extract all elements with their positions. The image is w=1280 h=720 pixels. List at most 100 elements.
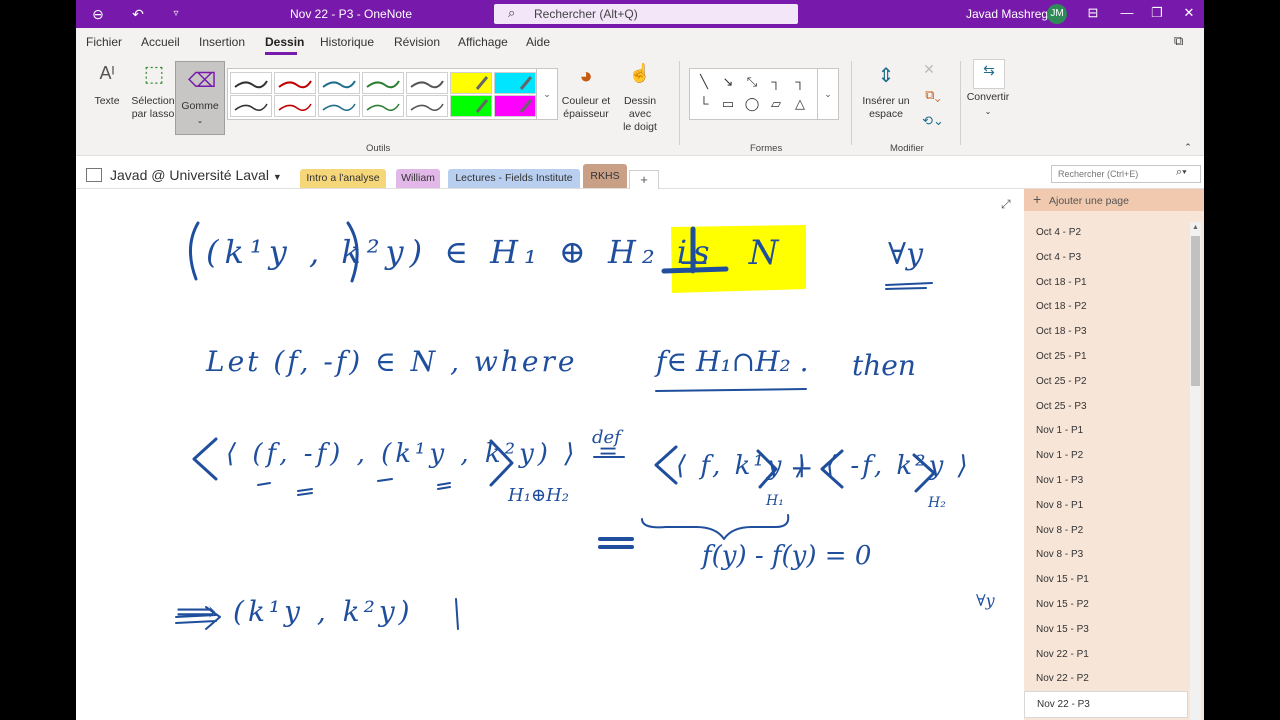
highlighter-magenta[interactable] — [494, 95, 536, 117]
close-icon[interactable]: ✕ — [1180, 5, 1198, 21]
arrange-icon[interactable]: ⧉⌄ — [918, 87, 948, 103]
page-item[interactable]: Oct 25 - P3 — [1024, 394, 1186, 419]
expand-icon[interactable]: ⤢ — [1001, 197, 1011, 212]
dessin-doigt-label: Dessin avec — [623, 95, 657, 120]
section-tab-intro[interactable]: Intro a l'analyse — [300, 169, 386, 188]
avatar[interactable]: JM — [1047, 4, 1067, 24]
page-item[interactable]: Nov 22 - P1 — [1024, 642, 1186, 667]
delete-icon[interactable]: ✕ — [918, 61, 940, 78]
ellipse-shape-icon[interactable]: ◯ — [742, 96, 762, 112]
parallelogram-shape-icon[interactable]: ▱ — [766, 96, 786, 112]
convertir-button[interactable]: Convertir — [962, 91, 1014, 104]
collapse-ribbon-icon[interactable]: ⌃ — [1182, 141, 1194, 154]
page-search-input[interactable]: Rechercher (Ctrl+E) ⌕▾ — [1051, 165, 1201, 183]
dessin-doigt-button[interactable]: Dessin avec le doigt — [612, 95, 668, 134]
page-item[interactable]: Nov 8 - P1 — [1024, 493, 1186, 518]
gomme-button[interactable]: ⌫ Gomme ⌄ — [175, 61, 225, 135]
triangle-shape-icon[interactable]: △ — [790, 96, 810, 112]
page-canvas[interactable]: (k¹y , k²y) ∈ H₁ ⊕ H₂ is ⊥ N ∀y Let (f, … — [76, 189, 1024, 720]
axis2-shape-icon[interactable]: ┐ — [790, 74, 810, 89]
tab-affichage[interactable]: Affichage — [458, 35, 508, 49]
add-section-button[interactable]: + — [629, 170, 659, 190]
pen-red[interactable] — [274, 72, 316, 94]
page-item[interactable]: Nov 1 - P3 — [1024, 468, 1186, 493]
shapes-dropdown-icon[interactable]: ⌄ — [817, 68, 839, 120]
page-item[interactable]: Oct 18 - P1 — [1024, 270, 1186, 295]
pages-pane: + Ajouter une page Oct 4 - P2 Oct 4 - P3 O… — [1024, 189, 1204, 720]
pen-green[interactable] — [362, 72, 404, 94]
add-page-button[interactable]: + Ajouter une page — [1024, 189, 1204, 211]
page-item[interactable]: Nov 15 - P3 — [1024, 617, 1186, 642]
pages-scrollbar[interactable]: ▲ — [1190, 222, 1201, 720]
small-marks-stroke — [257, 478, 451, 496]
page-item[interactable]: Nov 15 - P2 — [1024, 592, 1186, 617]
back-icon[interactable]: ⊖ — [88, 4, 108, 24]
notebook-icon[interactable] — [86, 168, 102, 182]
line-shape-icon[interactable]: ╲ — [694, 74, 714, 90]
notebook-name[interactable]: Javad @ Université Laval ▼ — [110, 167, 282, 183]
page-item[interactable]: Oct 4 - P3 — [1024, 245, 1186, 270]
notebook-icon[interactable]: ⧉ — [1174, 33, 1183, 49]
page-item[interactable]: Nov 22 - P2 — [1024, 666, 1186, 691]
pen-gallery — [227, 68, 537, 120]
scroll-up-icon[interactable]: ▲ — [1192, 224, 1199, 231]
page-item[interactable]: Nov 8 - P3 — [1024, 542, 1186, 567]
tab-dessin[interactable]: Dessin — [265, 35, 304, 49]
ink-forall-1: ∀y — [888, 237, 924, 272]
page-item[interactable]: Nov 1 - P2 — [1024, 443, 1186, 468]
page-item[interactable]: Nov 22 - P3 — [1024, 691, 1188, 719]
page-item[interactable]: Oct 18 - P2 — [1024, 294, 1186, 319]
page-item[interactable]: Nov 15 - P1 — [1024, 567, 1186, 592]
page-item[interactable]: Oct 25 - P2 — [1024, 369, 1186, 394]
inserer-espace-button[interactable]: Insérer un espace — [860, 95, 912, 121]
undo-icon[interactable]: ↶ — [128, 4, 148, 24]
inserer-label-2: espace — [869, 108, 903, 120]
pen-gallery-dropdown-icon[interactable]: ⌄ — [536, 68, 558, 120]
tab-aide[interactable]: Aide — [526, 35, 550, 49]
paren-stroke — [189, 221, 200, 281]
highlighter-cyan[interactable] — [494, 72, 536, 94]
page-item[interactable]: Nov 1 - P1 — [1024, 418, 1186, 443]
ink-sub-h1: H₁ — [766, 493, 784, 509]
tab-insertion[interactable]: Insertion — [199, 35, 245, 49]
highlighter-yellow[interactable] — [450, 72, 492, 94]
tab-accueil[interactable]: Accueil — [141, 35, 180, 49]
section-tab-rkhs[interactable]: RKHS — [583, 164, 627, 188]
tab-historique[interactable]: Historique — [320, 35, 374, 49]
page-item[interactable]: Oct 25 - P1 — [1024, 344, 1186, 369]
pen-blue-thin[interactable] — [318, 95, 360, 117]
rotate-icon[interactable]: ⟲⌄ — [918, 113, 948, 129]
corner-shape-icon[interactable]: └ — [694, 96, 714, 111]
minimize-icon[interactable]: — — [1118, 5, 1136, 20]
section-tab-william[interactable]: William — [396, 169, 440, 188]
arrow-shape-icon[interactable]: ↘ — [718, 74, 738, 90]
highlighter-green[interactable] — [450, 95, 492, 117]
pen-gray-thin[interactable] — [406, 95, 448, 117]
ribbon-display-icon[interactable]: ⊟ — [1084, 5, 1102, 21]
onenote-window: ⊖ ↶ ▿ Nov 22 - P3 - OneNote ⌕ Rechercher… — [76, 0, 1204, 720]
double-arrow-shape-icon[interactable]: ⤡ — [742, 74, 762, 90]
pen-black[interactable] — [230, 72, 272, 94]
caret-down-icon: ▼ — [272, 172, 282, 182]
page-item[interactable]: Oct 4 - P2 — [1024, 220, 1186, 245]
restore-icon[interactable]: ❐ — [1148, 5, 1166, 21]
pen-gray[interactable] — [406, 72, 448, 94]
texte-button[interactable]: Texte — [86, 95, 128, 108]
pen-black-thin[interactable] — [230, 95, 272, 117]
section-tab-lectures[interactable]: Lectures - Fields Institute — [448, 169, 580, 188]
scroll-thumb[interactable] — [1191, 236, 1200, 386]
quick-access-dropdown-icon[interactable]: ▿ — [166, 4, 186, 24]
page-item[interactable]: Nov 8 - P2 — [1024, 518, 1186, 543]
pen-green-thin[interactable] — [362, 95, 404, 117]
axis-shape-icon[interactable]: ┐ — [766, 74, 786, 89]
pen-blue[interactable] — [318, 72, 360, 94]
selection-lasso-button[interactable]: Sélection par lasso — [128, 95, 178, 121]
tab-fichier[interactable]: Fichier — [86, 35, 122, 49]
search-input[interactable]: ⌕ Rechercher (Alt+Q) — [494, 4, 798, 24]
page-item[interactable]: Oct 18 - P3 — [1024, 319, 1186, 344]
rectangle-shape-icon[interactable]: ▭ — [718, 96, 738, 112]
couleur-epaisseur-button[interactable]: Couleur et épaisseur — [560, 95, 612, 121]
pen-red-thin[interactable] — [274, 95, 316, 117]
search-placeholder: Rechercher (Alt+Q) — [534, 7, 638, 21]
tab-revision[interactable]: Révision — [394, 35, 440, 49]
